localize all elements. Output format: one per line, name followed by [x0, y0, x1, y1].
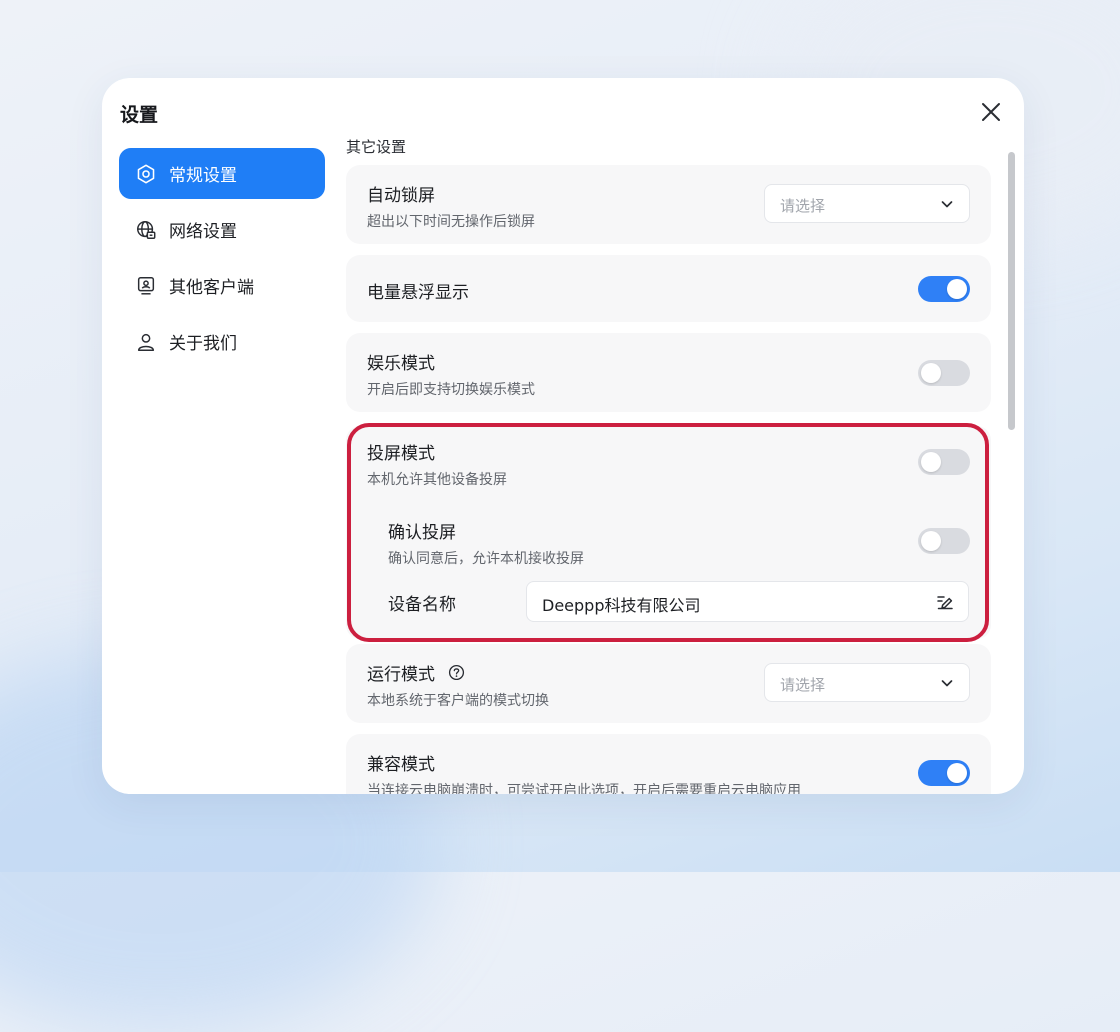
- sidebar-item-label: 网络设置: [169, 222, 237, 242]
- settings-dialog: 设置 常规设置 网络设置 其他客户端 关于我们 其它设置 自动锁屏 超出以下时间…: [102, 78, 1024, 794]
- sidebar-item-label: 其他客户端: [169, 278, 254, 298]
- cast-mode-card: 投屏模式 本机允许其他设备投屏 确认投屏 确认同意后，允许本机接收投屏 设备名称…: [346, 426, 991, 639]
- run-mode-select[interactable]: 请选择: [764, 663, 970, 702]
- battery-float-title: 电量悬浮显示: [367, 283, 469, 303]
- sidebar-item-other-clients[interactable]: 其他客户端: [119, 260, 325, 311]
- scrollbar[interactable]: [1008, 152, 1015, 430]
- device-name-field[interactable]: Deeppp科技有限公司: [526, 581, 969, 622]
- cast-mode-desc: 本机允许其他设备投屏: [367, 472, 507, 488]
- entertainment-title: 娱乐模式: [367, 354, 435, 374]
- edit-pencil-icon[interactable]: [936, 593, 954, 611]
- auto-lock-card: 自动锁屏 超出以下时间无操作后锁屏 请选择: [346, 165, 991, 244]
- cast-mode-toggle[interactable]: [918, 449, 970, 475]
- gear-icon: [135, 163, 157, 185]
- device-name-label: 设备名称: [388, 595, 456, 615]
- sidebar-item-label: 关于我们: [169, 334, 237, 354]
- compat-mode-card: 兼容模式 当连接云电脑崩溃时，可尝试开启此选项，开启后需要重启云电脑应用: [346, 734, 991, 794]
- settings-content: 其它设置 自动锁屏 超出以下时间无操作后锁屏 请选择 电量悬浮显示 娱乐模式 开…: [346, 78, 992, 794]
- entertainment-card: 娱乐模式 开启后即支持切换娱乐模式: [346, 333, 991, 412]
- device-name-value: Deeppp科技有限公司: [542, 596, 701, 615]
- run-mode-desc: 本地系统于客户端的模式切换: [367, 693, 549, 709]
- select-placeholder: 请选择: [780, 197, 826, 215]
- dialog-title: 设置: [120, 104, 159, 126]
- entertainment-toggle[interactable]: [918, 360, 970, 386]
- compat-mode-toggle[interactable]: [918, 760, 970, 786]
- help-question-icon[interactable]: [448, 664, 465, 681]
- confirm-cast-toggle[interactable]: [918, 528, 970, 554]
- confirm-cast-desc: 确认同意后，允许本机接收投屏: [388, 551, 584, 567]
- chevron-down-icon: [941, 201, 953, 208]
- sidebar-item-about[interactable]: 关于我们: [119, 316, 325, 367]
- battery-float-card: 电量悬浮显示: [346, 255, 991, 322]
- run-mode-title: 运行模式: [367, 665, 435, 685]
- sidebar: 常规设置 网络设置 其他客户端 关于我们: [119, 148, 325, 372]
- auto-lock-desc: 超出以下时间无操作后锁屏: [367, 214, 535, 230]
- sidebar-item-network[interactable]: 网络设置: [119, 204, 325, 255]
- auto-lock-select[interactable]: 请选择: [764, 184, 970, 223]
- sidebar-item-general[interactable]: 常规设置: [119, 148, 325, 199]
- section-title: 其它设置: [346, 138, 407, 156]
- compat-mode-title: 兼容模式: [367, 755, 435, 775]
- chevron-down-icon: [941, 680, 953, 687]
- network-globe-icon: [135, 219, 157, 241]
- select-placeholder: 请选择: [780, 676, 826, 694]
- user-icon: [135, 331, 157, 353]
- cast-mode-title: 投屏模式: [367, 444, 435, 464]
- run-mode-card: 运行模式 本地系统于客户端的模式切换 请选择: [346, 644, 991, 723]
- client-monitor-icon: [135, 275, 157, 297]
- compat-mode-desc: 当连接云电脑崩溃时，可尝试开启此选项，开启后需要重启云电脑应用: [367, 783, 801, 794]
- confirm-cast-title: 确认投屏: [388, 523, 456, 543]
- auto-lock-title: 自动锁屏: [367, 186, 435, 206]
- sidebar-item-label: 常规设置: [169, 166, 237, 186]
- battery-float-toggle[interactable]: [918, 276, 970, 302]
- entertainment-desc: 开启后即支持切换娱乐模式: [367, 382, 535, 398]
